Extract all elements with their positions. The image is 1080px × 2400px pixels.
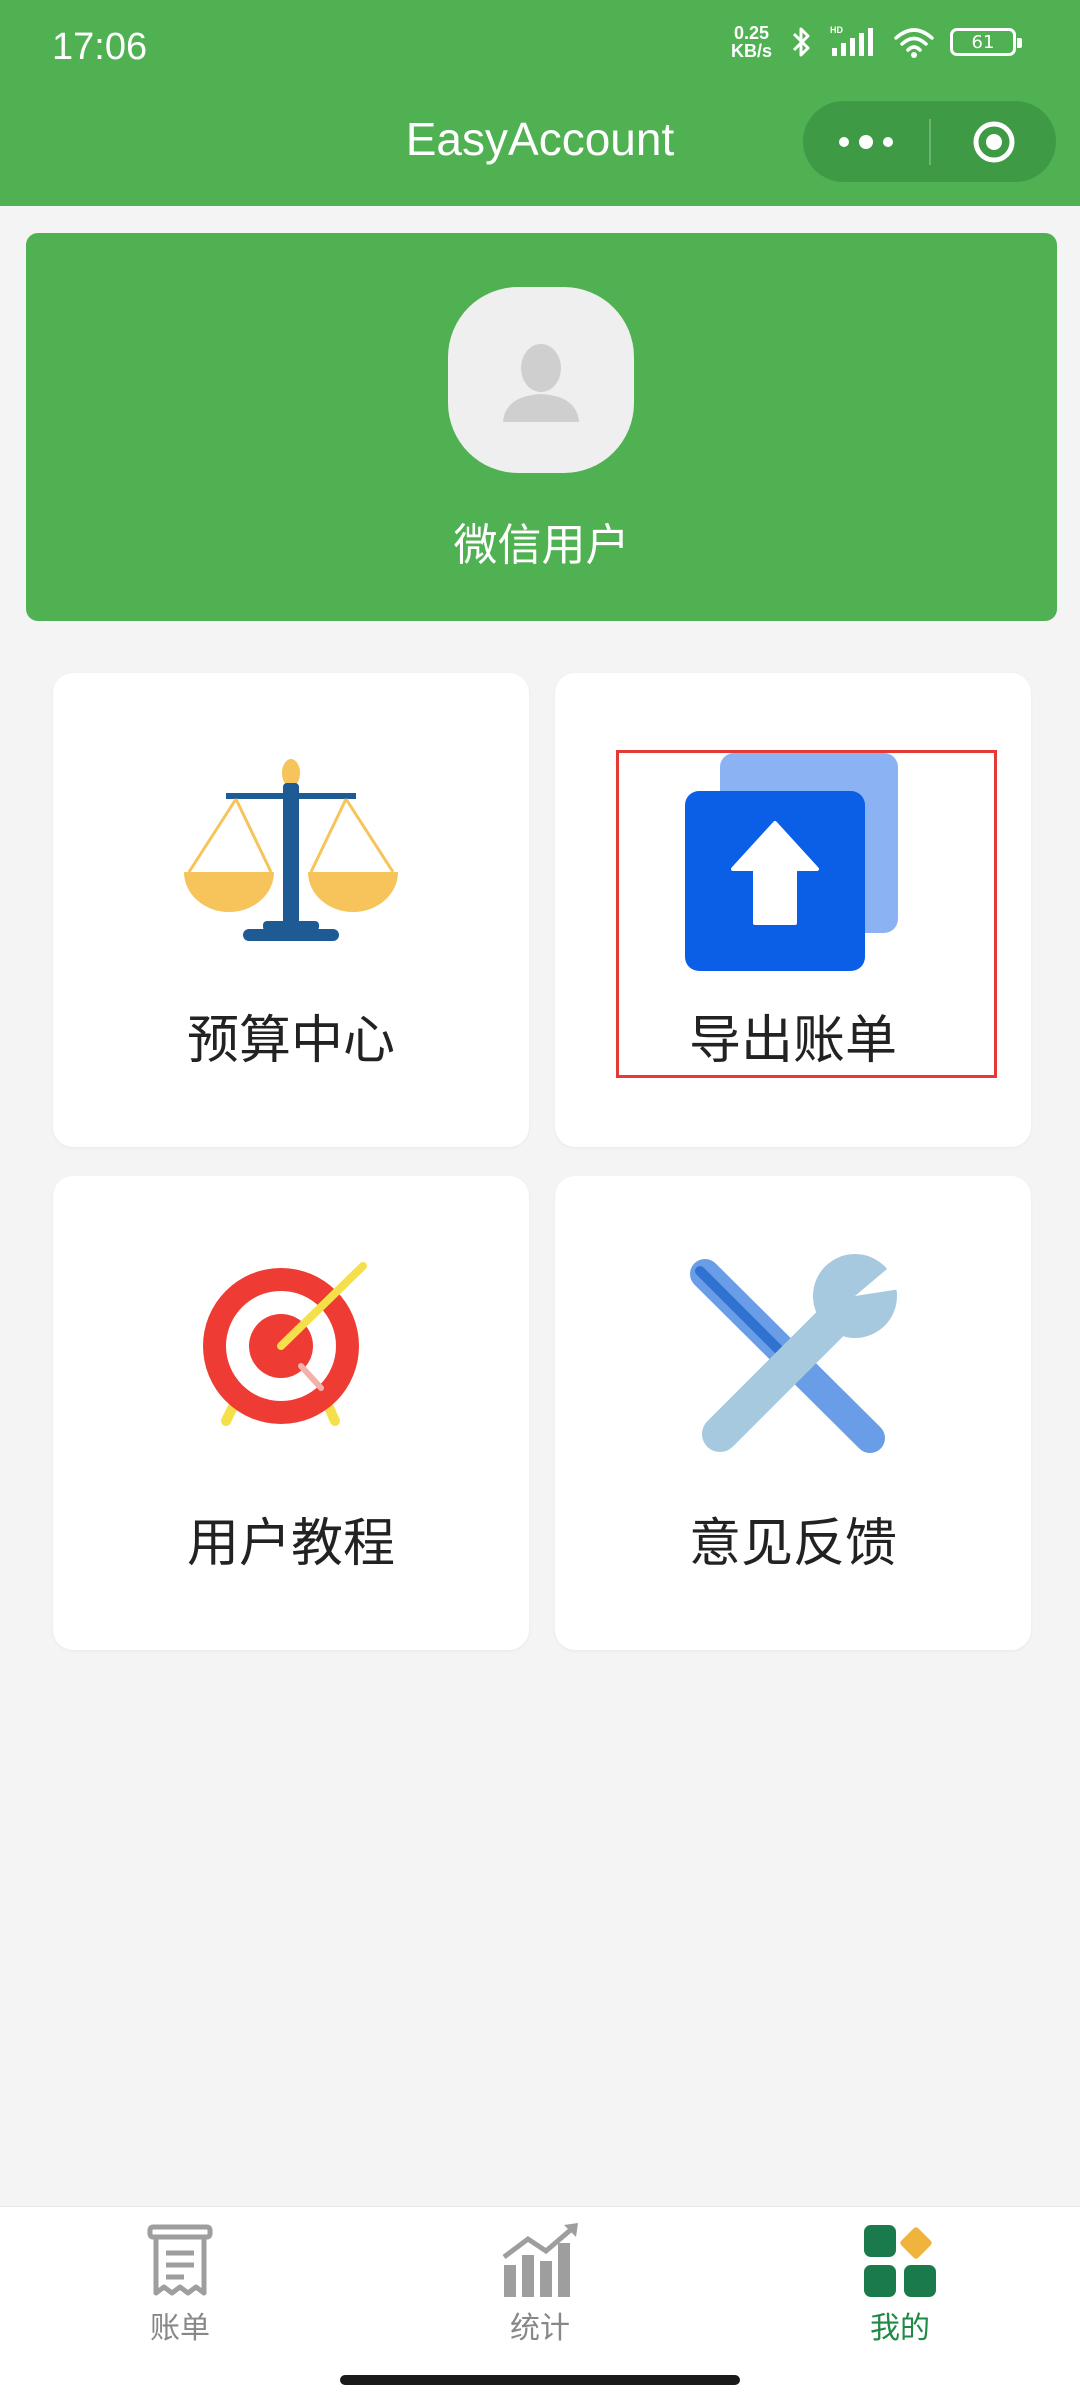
user-tutorial-card[interactable]: 用户教程 (53, 1176, 529, 1650)
tab-bills-label: 账单 (150, 2311, 210, 2346)
feedback-label: 意见反馈 (688, 1514, 897, 1574)
highlight-box (616, 750, 997, 1078)
bottom-tab-bar: 账单 统计 我的 (0, 2206, 1080, 2400)
receipt-icon (147, 2224, 213, 2296)
svg-text:HD: HD (830, 25, 843, 35)
chart-icon (502, 2223, 578, 2297)
feedback-card[interactable]: 意见反馈 (555, 1176, 1031, 1650)
tools-icon (690, 1254, 907, 1453)
balance-scale-icon (184, 759, 398, 941)
profile-card: 微信用户 (26, 233, 1057, 621)
grid-icon (864, 2225, 936, 2297)
more-dot-icon (883, 136, 893, 147)
status-icons: 0.25 KB/s HD 61 (731, 24, 1022, 60)
mini-program-capsule (803, 101, 1056, 182)
close-mini-program-button[interactable] (931, 101, 1056, 182)
status-time: 17:06 (52, 26, 148, 68)
budget-center-label: 预算中心 (186, 1011, 395, 1071)
more-menu-button[interactable] (803, 101, 929, 182)
more-dot-icon (839, 136, 849, 147)
network-speed-value: 0.25 (733, 23, 770, 43)
battery-indicator: 61 (950, 28, 1022, 56)
default-user-icon (503, 344, 579, 422)
user-tutorial-label: 用户教程 (186, 1514, 395, 1574)
budget-center-card[interactable]: 预算中心 (53, 673, 529, 1147)
top-bar: 17:06 0.25 KB/s HD 61 EasyAccount (0, 0, 1080, 206)
more-dot-icon (859, 134, 873, 149)
home-indicator (340, 2375, 740, 2385)
avatar[interactable] (448, 287, 634, 473)
bluetooth-icon (792, 27, 810, 57)
tab-mine-label: 我的 (870, 2311, 930, 2346)
username: 微信用户 (453, 520, 630, 571)
tab-statistics-label: 统计 (510, 2311, 570, 2346)
tab-mine[interactable]: 我的 (720, 2207, 1080, 2357)
signal-icon: HD (830, 25, 873, 56)
network-speed-unit: KB/s (730, 41, 772, 61)
battery-level: 61 (971, 31, 995, 53)
target-icon (203, 1262, 367, 1426)
wifi-icon (894, 28, 934, 58)
tab-statistics[interactable]: 统计 (360, 2207, 720, 2357)
tab-bills[interactable]: 账单 (0, 2207, 360, 2357)
network-speed: 0.25 KB/s (731, 24, 772, 60)
target-close-icon (973, 121, 1014, 162)
